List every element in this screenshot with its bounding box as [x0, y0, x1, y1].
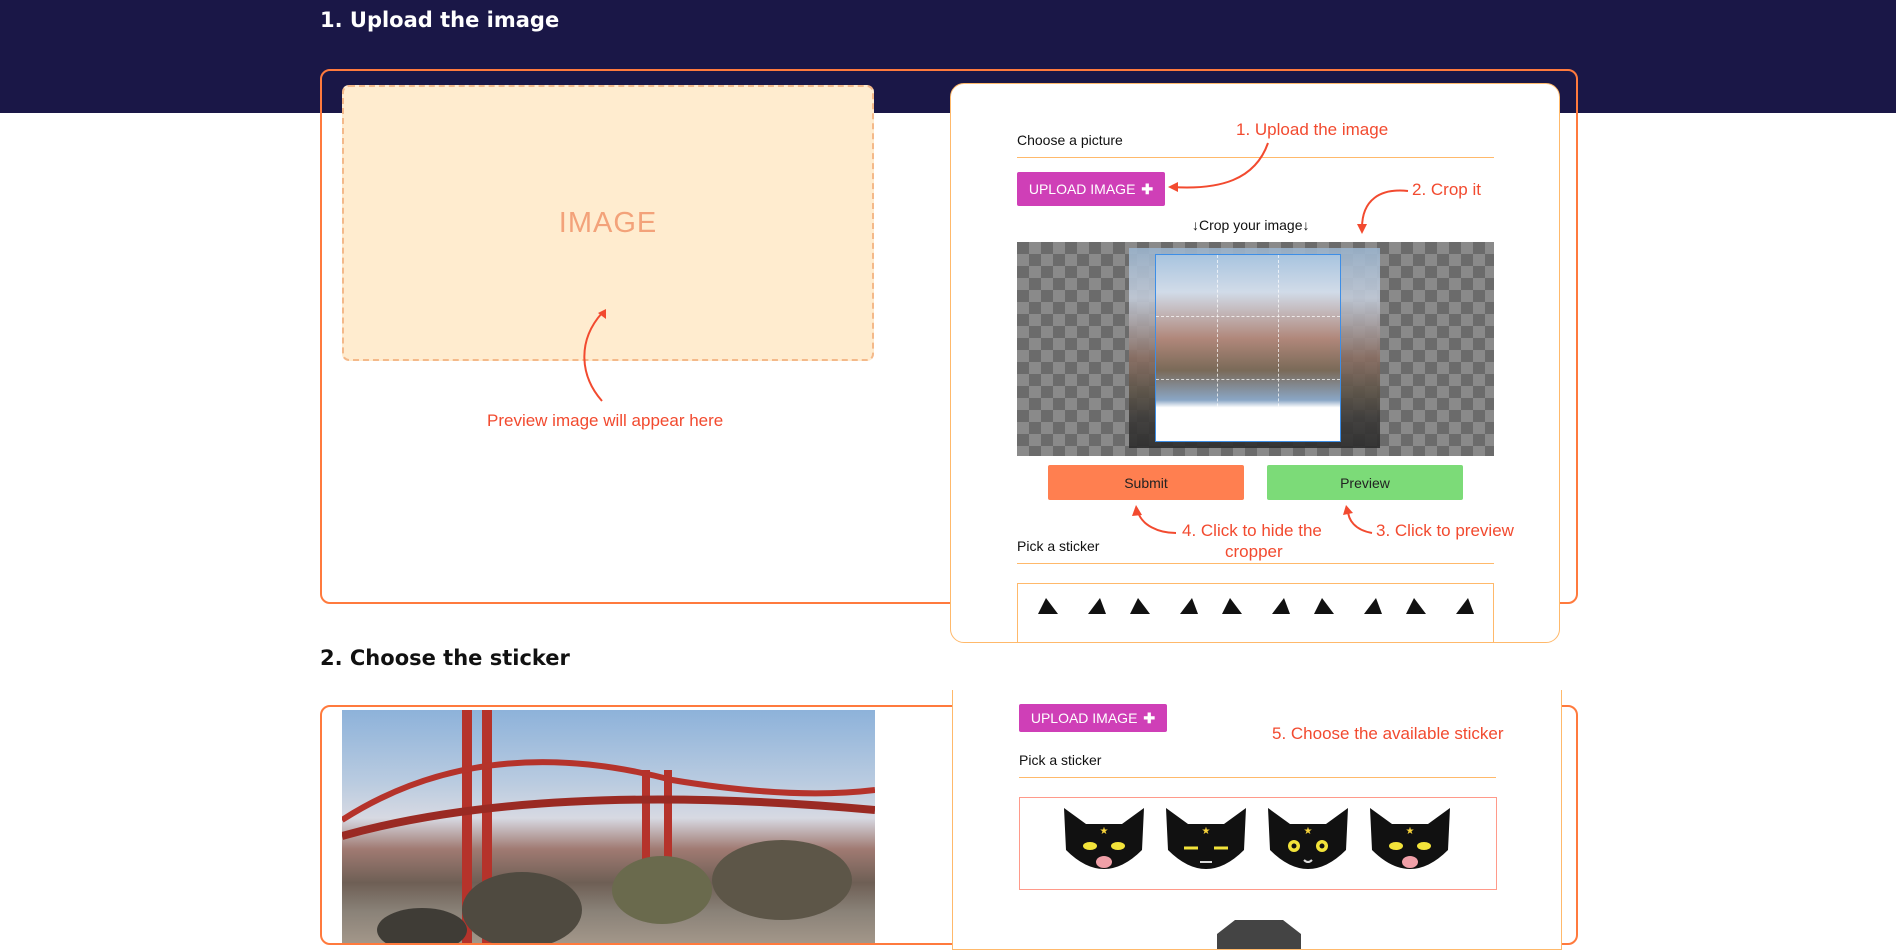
black-cat-sticker-1[interactable]: ★ [1058, 804, 1150, 880]
annotation-choose-sticker: 5. Choose the available sticker [1272, 724, 1504, 743]
annotation-hide-cropper-2: cropper [1225, 542, 1283, 561]
upload-button-label: UPLOAD IMAGE [1028, 181, 1136, 197]
svg-text:★: ★ [1406, 826, 1415, 837]
svg-text:★: ★ [1202, 826, 1211, 837]
uploaded-image-preview [342, 710, 875, 943]
preview-hint-arrow [583, 309, 606, 402]
upload-image-button[interactable]: UPLOAD IMAGE ✚ [1017, 172, 1165, 206]
preview-hint-annotation: Preview image will appear here [487, 411, 724, 430]
selected-sticker-preview [1217, 920, 1301, 949]
choose-picture-label: Choose a picture [1017, 132, 1123, 148]
upload-button-label: UPLOAD IMAGE [1030, 710, 1138, 726]
pick-sticker-label-2: Pick a sticker [1019, 752, 1102, 768]
black-cat-sticker-3[interactable]: ★ [1262, 804, 1354, 880]
black-cat-sticker-2[interactable]: ★ [1160, 804, 1252, 880]
section-title-sticker: 2. Choose the sticker [320, 646, 570, 670]
annotation-hide-cropper: 4. Click to hide the [1182, 521, 1322, 540]
golden-gate-bridge-image [342, 710, 875, 943]
submit-button[interactable]: Submit [1048, 465, 1244, 500]
divider [1019, 777, 1496, 778]
annotation-crop: 2. Crop it [1412, 180, 1481, 199]
sticker-list: ★ ★ ★ ★ [1019, 797, 1497, 890]
sticker-strip [1017, 583, 1494, 642]
upload-image-button-2[interactable]: UPLOAD IMAGE ✚ [1019, 704, 1167, 732]
image-cropper[interactable] [1017, 242, 1494, 456]
svg-text:★: ★ [1304, 826, 1313, 837]
black-cat-sticker-4[interactable]: ★ [1364, 804, 1456, 880]
divider [1017, 157, 1494, 158]
crop-selection-box[interactable] [1155, 254, 1341, 442]
pick-sticker-label: Pick a sticker [1017, 538, 1100, 554]
plus-icon: ✚ [1141, 180, 1154, 197]
section-title-upload: 1. Upload the image [320, 8, 560, 32]
annotation-upload: 1. Upload the image [1236, 120, 1389, 139]
divider [1017, 563, 1494, 564]
sticker-ears-preview [1038, 598, 1474, 614]
annotation-preview: 3. Click to preview [1376, 521, 1514, 540]
preview-button[interactable]: Preview [1267, 465, 1463, 500]
svg-text:★: ★ [1100, 826, 1109, 837]
crop-label: ↓Crop your image↓ [1192, 217, 1310, 233]
plus-icon: ✚ [1143, 709, 1156, 726]
